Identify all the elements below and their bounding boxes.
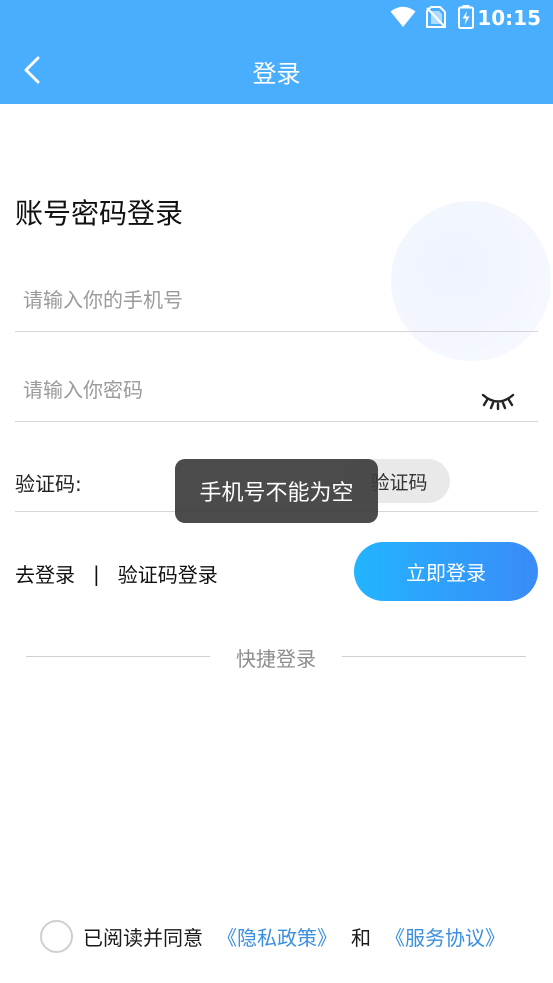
wifi-icon [390, 6, 416, 27]
toast-message: 手机号不能为空 [175, 459, 378, 523]
status-time: 10:15 [477, 6, 541, 30]
agreement-text: 已阅读并同意 [83, 926, 203, 950]
privacy-policy-link[interactable]: 《隐私政策》 [217, 922, 337, 951]
password-input[interactable] [15, 370, 455, 410]
page-title: 登录 [252, 60, 301, 88]
quick-login-divider: 快捷登录 [26, 643, 526, 671]
app-bar: 登录 [0, 36, 553, 104]
status-bar: 10:15 [0, 0, 553, 36]
form-heading: 账号密码登录 [15, 197, 184, 230]
code-login-link[interactable]: 验证码登录 [118, 559, 218, 588]
phone-field [15, 280, 538, 332]
divider-line-right [342, 656, 526, 657]
no-sim-icon [426, 6, 446, 28]
agreement-checkbox[interactable] [40, 920, 73, 953]
agreement-and: 和 [351, 926, 371, 950]
go-login-link[interactable]: 去登录 [15, 559, 75, 588]
code-label: 验证码: [15, 472, 82, 496]
password-field [15, 370, 538, 422]
login-links: 去登录 | 验证码登录 [15, 559, 218, 588]
battery-charging-icon [458, 5, 474, 29]
eye-closed-icon[interactable] [480, 388, 516, 412]
quick-login-label: 快捷登录 [236, 647, 316, 671]
login-now-button[interactable]: 立即登录 [354, 542, 538, 601]
top-bar: 10:15 登录 [0, 0, 553, 104]
service-agreement-link[interactable]: 《服务协议》 [385, 922, 505, 951]
agreement-row: 已阅读并同意 《隐私政策》 和 《服务协议》 [40, 920, 505, 953]
login-screen: 10:15 登录 账号密码登录 验证码: 验证码 [0, 0, 553, 983]
phone-input[interactable] [15, 280, 455, 320]
link-separator: | [93, 561, 100, 586]
